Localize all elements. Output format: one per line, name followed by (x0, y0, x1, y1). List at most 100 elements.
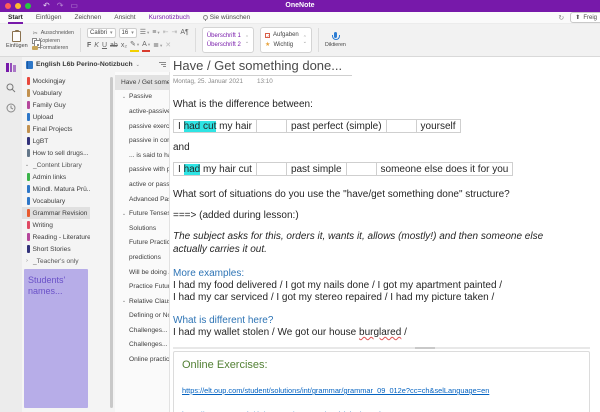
subscript-button[interactable]: x₂ (121, 41, 127, 51)
section-group[interactable]: ⌄_Content Library (22, 159, 90, 171)
highlight-button[interactable]: ✎▾ (130, 40, 139, 52)
undo-icon[interactable]: ↶ (43, 0, 50, 12)
section-item[interactable]: Final Projects (22, 123, 90, 135)
styles-gallery[interactable]: Überschrift 1 Überschrift 2 ⌃⌄ (202, 27, 254, 53)
page-item[interactable]: Online practice... (115, 352, 169, 367)
page-item[interactable]: active or passive? (115, 177, 169, 192)
page-item[interactable]: ⌄Relative Clauses (115, 294, 169, 309)
sort-filter-icon[interactable] (159, 62, 166, 67)
close-button[interactable] (5, 3, 11, 9)
section-item[interactable]: Mündl. Matura Prü... (22, 183, 90, 195)
paragraph-mark-button[interactable]: A¶ (180, 28, 188, 38)
agent-cell[interactable]: yourself (416, 120, 460, 133)
page-item[interactable]: Defining or Non-... (115, 309, 169, 324)
page-item[interactable]: passive exercises (115, 119, 169, 134)
search-icon[interactable] (6, 83, 16, 93)
exercises-container[interactable]: Online Exercises: https://elt.oup.com/st… (173, 351, 590, 412)
page-item[interactable]: ... is said to have... (115, 148, 169, 163)
empty-cell[interactable] (346, 163, 376, 176)
font-size-select[interactable]: 16▾ (119, 28, 137, 38)
tag-todo[interactable]: ✓Aufgaben (265, 32, 299, 38)
page-item[interactable]: Future Practice (115, 236, 169, 251)
section-item[interactable]: Vocabulary (22, 195, 90, 207)
sections-scrollbar[interactable] (110, 77, 113, 408)
section-item[interactable]: How to sell drugs... (22, 147, 90, 159)
page-canvas[interactable]: Have / Get something done... Montag, 25.… (170, 57, 600, 412)
share-button[interactable]: ⬆ Freig (570, 12, 600, 23)
page-item[interactable]: predictions (115, 250, 169, 265)
section-item[interactable]: Mockingjay (22, 75, 90, 87)
font-name-select[interactable]: Calibri▾ (87, 28, 116, 38)
tag-important[interactable]: ★Wichtig (265, 41, 299, 48)
menu-item-kursnotizbuch[interactable]: Kursnotizbuch (149, 12, 190, 23)
align-button[interactable]: ≣▾ (153, 41, 162, 51)
sync-status-icon[interactable]: ↻ (558, 14, 564, 22)
section-item[interactable]: Writing (22, 219, 90, 231)
clear-format-button[interactable]: ✕ (165, 41, 171, 51)
section-item[interactable]: Short Stories (22, 243, 90, 255)
paste-button[interactable]: Einfügen (6, 31, 28, 49)
bullet-list-button[interactable]: ☰▾ (140, 28, 150, 38)
notebook-header[interactable]: English L6b Perino-Notizbuch ⌄ (22, 57, 170, 72)
styles-scroll-arrows[interactable]: ⌃⌄ (245, 36, 249, 44)
menu-item-start[interactable]: Start (8, 12, 23, 23)
underline-button[interactable]: U (102, 41, 107, 51)
page-item[interactable]: Challenges... (115, 323, 169, 338)
section-item[interactable]: Upload (22, 111, 90, 123)
recent-notes-icon[interactable] (6, 103, 16, 113)
tense-cell[interactable]: past simple (286, 163, 346, 176)
section-group[interactable]: ›_Teacher's only (22, 255, 90, 267)
agent-cell[interactable]: someone else does it for you (376, 163, 513, 176)
menu-item-einf-gen[interactable]: Einfügen (36, 12, 62, 23)
page-item[interactable]: Practice Future T... (115, 279, 169, 294)
ribbon-toggle-icon[interactable]: ▭ (70, 0, 78, 12)
redo-icon[interactable]: ↷ (57, 0, 64, 12)
menu-item-ansicht[interactable]: Ansicht (114, 12, 135, 23)
page-item[interactable]: Challenges... Solu... (115, 338, 169, 353)
style-heading2[interactable]: Überschrift 2 (207, 42, 241, 48)
italic-button[interactable]: K (94, 41, 99, 51)
page-item[interactable]: active-passive ex... (115, 104, 169, 119)
strikethrough-button[interactable]: ab (110, 41, 118, 51)
container-resize-handle[interactable] (415, 347, 435, 349)
page-item[interactable]: ⌄Passive (115, 90, 169, 105)
page-item[interactable]: passive with prep... (115, 163, 169, 178)
cut-button[interactable]: ✂Ausschneiden (32, 30, 74, 37)
empty-cell[interactable] (386, 120, 416, 133)
bold-button[interactable]: F (87, 41, 91, 51)
empty-cell[interactable] (256, 163, 286, 176)
notebooks-icon[interactable] (5, 61, 17, 73)
style-heading1[interactable]: Überschrift 1 (207, 33, 241, 39)
page-item[interactable]: passive in conditi... (115, 133, 169, 148)
minimize-button[interactable] (15, 3, 21, 9)
section-item[interactable]: Grammar Revision (22, 207, 90, 219)
format-painter-button[interactable]: Formatieren (32, 45, 74, 51)
font-color-button[interactable]: A▾ (142, 40, 150, 52)
phrase-cell[interactable]: I had my hair cut (174, 163, 257, 176)
section-item[interactable]: Voabulary (22, 87, 90, 99)
section-item[interactable]: Admin links (22, 171, 90, 183)
page-title[interactable]: Have / Get something done... (173, 58, 352, 76)
tense-cell[interactable]: past perfect (simple) (286, 120, 386, 133)
menu-item-sie-w-nschen[interactable]: Sie wünschen (203, 12, 250, 23)
page-item[interactable]: Advanced Passive (115, 192, 169, 207)
empty-cell[interactable] (256, 120, 286, 133)
page-item[interactable]: ⌄Future Tenses (115, 206, 169, 221)
page-item[interactable]: Will be doing / wil... (115, 265, 169, 280)
section-item[interactable]: Family Guy (22, 99, 90, 111)
zoom-button[interactable] (25, 3, 31, 9)
exercise-link[interactable]: https://elt.oup.com/student/solutions/in… (182, 386, 581, 395)
phrase-cell[interactable]: I had cut my hair (174, 120, 257, 133)
numbered-list-button[interactable]: ≡▾ (152, 28, 159, 38)
page-item[interactable]: Have / Get somethi... (115, 75, 169, 90)
tags-scroll-arrows[interactable]: ⌃⌄ (303, 36, 307, 44)
menu-item-zeichnen[interactable]: Zeichnen (74, 12, 101, 23)
dictate-button[interactable]: Diktieren (325, 32, 346, 48)
indent-button[interactable]: ⇥ (172, 28, 178, 38)
outdent-button[interactable]: ⇤ (163, 28, 169, 38)
students-note[interactable]: Students' names... (24, 269, 88, 408)
tags-gallery[interactable]: ✓Aufgaben ★Wichtig ⌃⌄ (260, 27, 312, 53)
page-item[interactable]: Solutions (115, 221, 169, 236)
section-item[interactable]: Reading - Literature (22, 231, 90, 243)
section-item[interactable]: LgBT (22, 135, 90, 147)
